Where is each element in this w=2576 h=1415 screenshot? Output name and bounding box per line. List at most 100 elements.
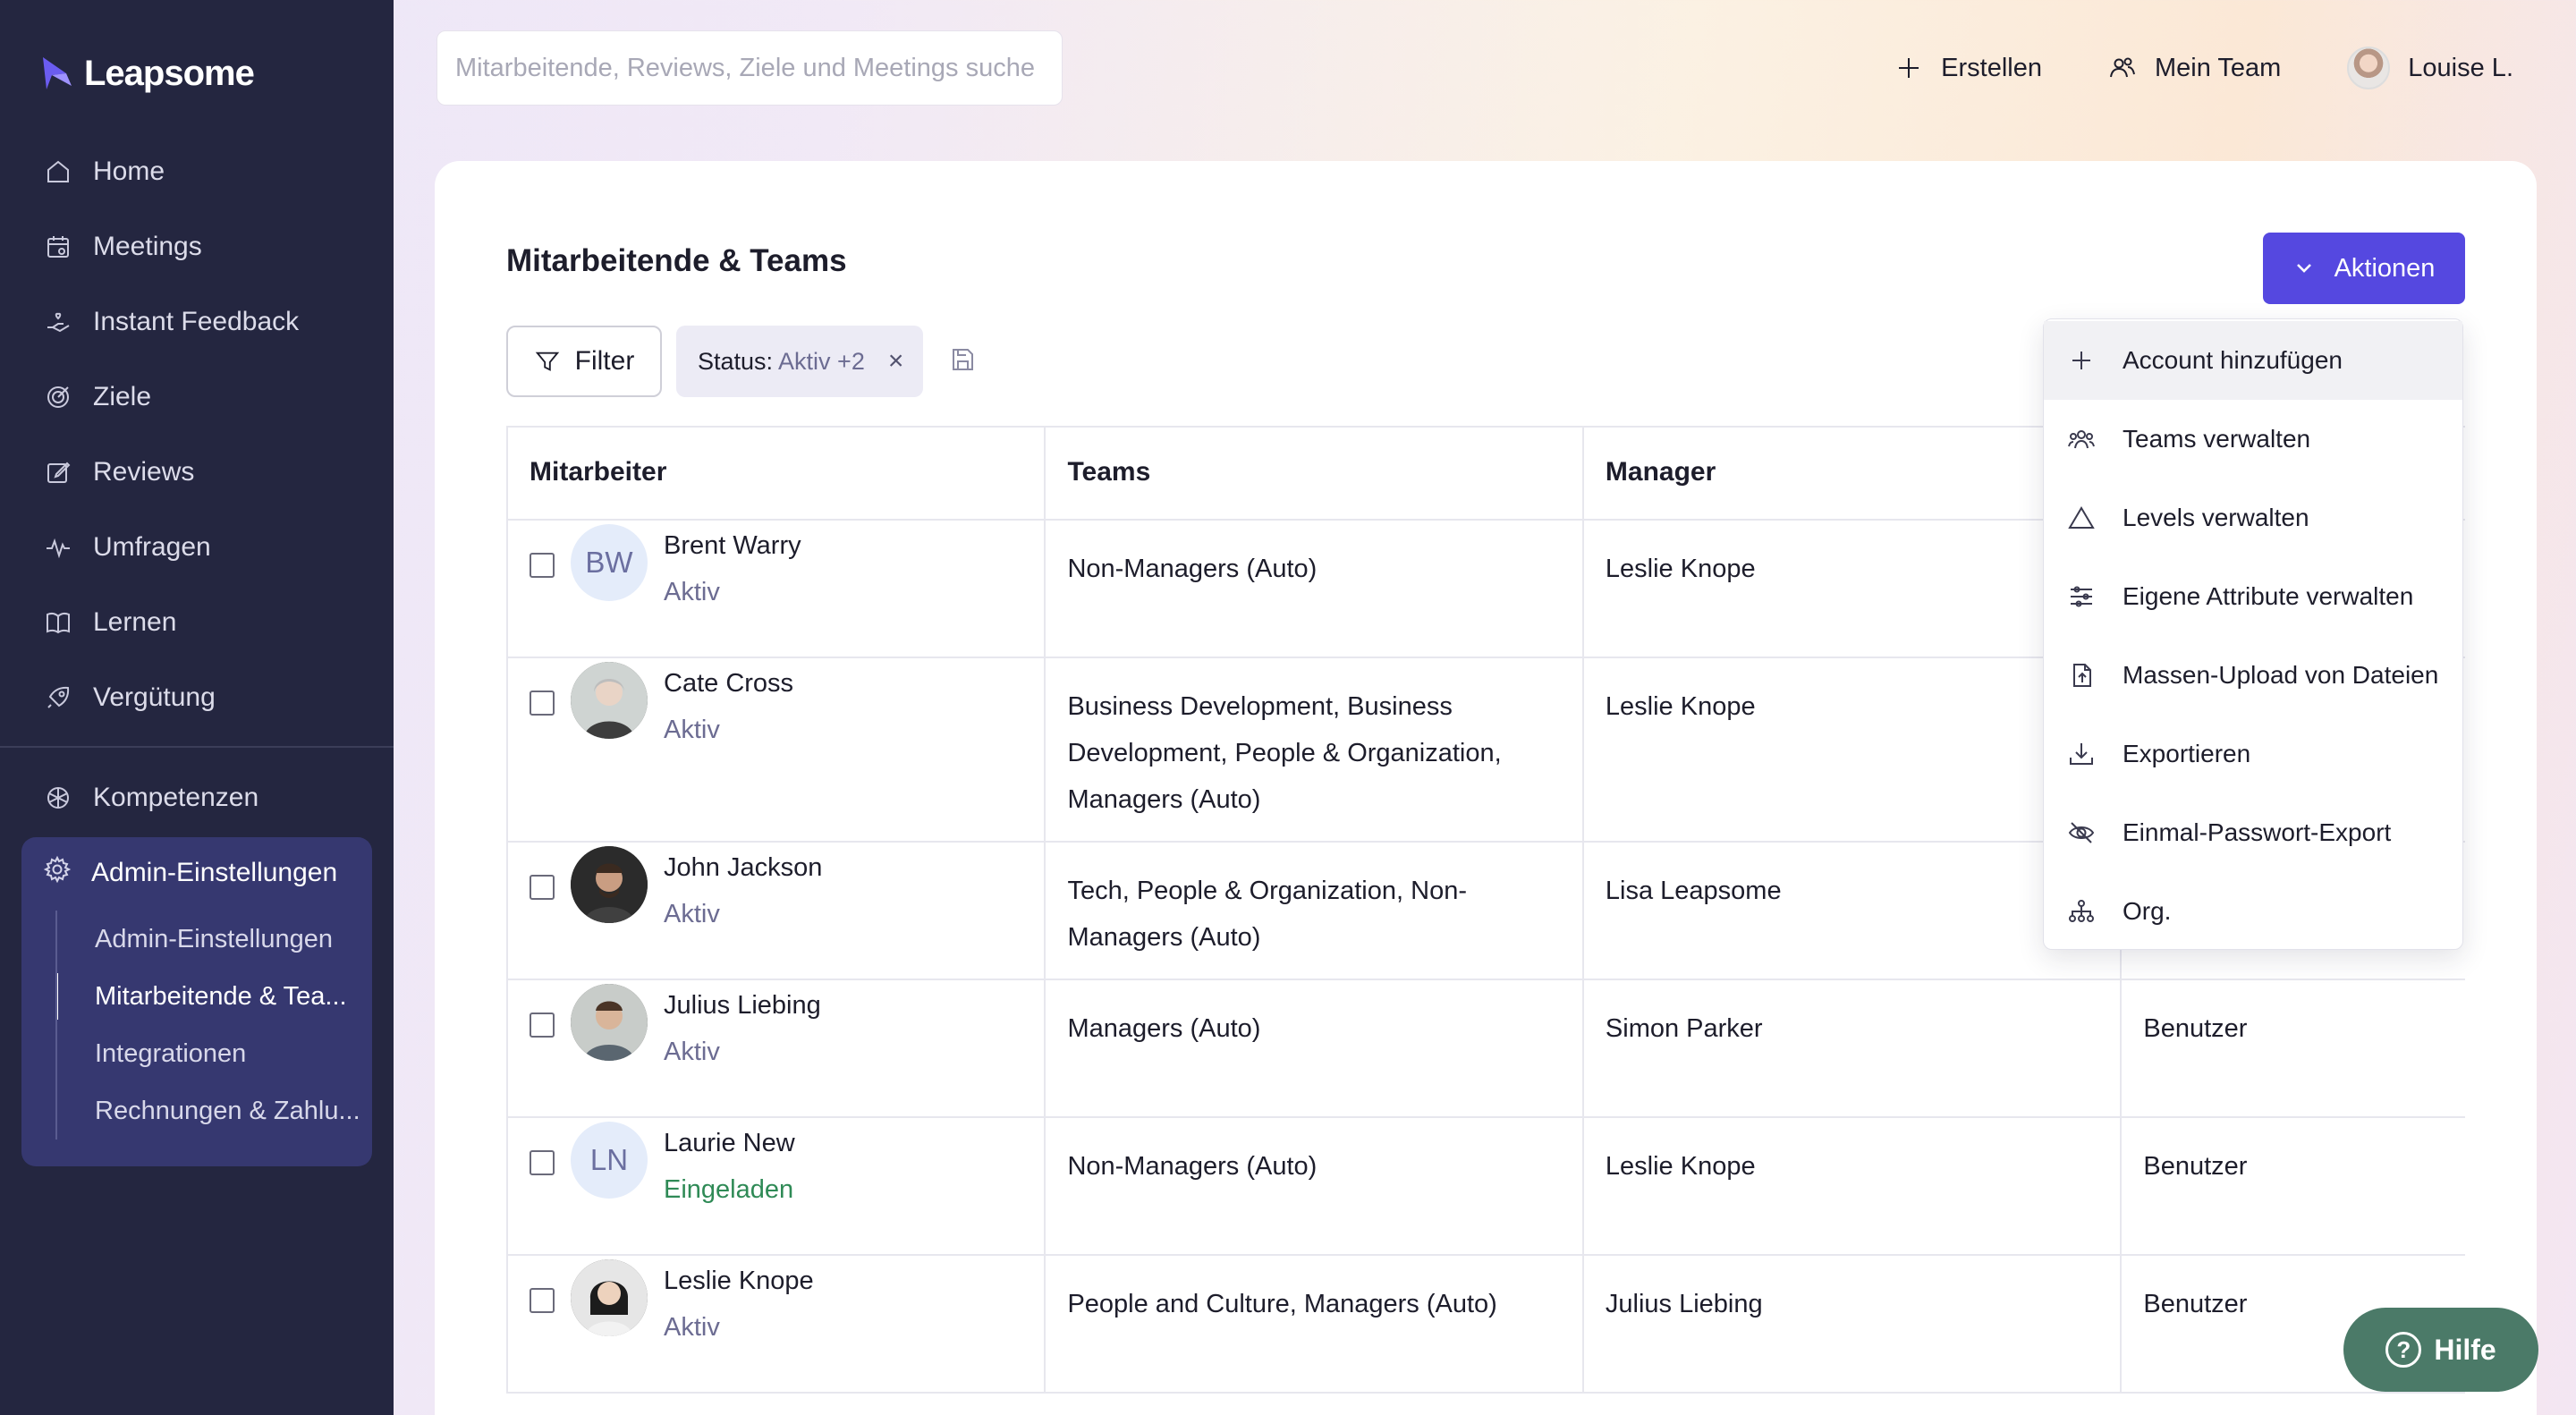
page-title: Mitarbeitende & Teams [506,243,847,278]
sidebar-item-verguetung[interactable]: Vergütung [21,660,372,735]
menu-item-manage-teams[interactable]: Teams verwalten [2044,400,2462,479]
save-filter-icon[interactable] [948,345,979,376]
col-header-manager[interactable]: Manager [1584,428,2123,519]
sidebar-item-label: Kompetenzen [93,783,259,812]
status-badge: Aktiv [664,1313,720,1342]
row-checkbox[interactable] [530,1150,555,1175]
subnav-admin-settings[interactable]: Admin-Einstellungen [57,911,360,968]
user-name: Louise L. [2408,53,2513,82]
target-icon [43,382,73,412]
book-icon [43,607,73,638]
employee-name[interactable]: Julius Liebing [664,982,821,1029]
status-badge: Eingeladen [664,1175,794,1204]
manager-cell: Leslie Knope [1584,1118,2123,1254]
menu-item-label: Teams verwalten [2123,425,2311,453]
close-icon[interactable]: × [888,346,904,377]
sidebar-item-home[interactable]: Home [21,134,372,209]
top-actions: Erstellen Mein Team Louise L. [1894,36,2513,100]
actions-button[interactable]: Aktionen [2263,233,2465,304]
menu-item-org-chart[interactable]: Org. [2044,872,2462,951]
sidebar-item-admin[interactable]: Admin-Einstellungen [21,837,372,909]
menu-item-manage-levels[interactable]: Levels verwalten [2044,479,2462,557]
employee-cell: John Jackson Aktiv [508,843,1046,979]
chip-key: Status: [698,347,774,375]
row-checkbox[interactable] [530,1288,555,1313]
row-checkbox[interactable] [530,1013,555,1038]
menu-item-label: Levels verwalten [2123,504,2309,531]
employee-name[interactable]: Leslie Knope [664,1258,814,1304]
sidebar-item-reviews[interactable]: Reviews [21,435,372,510]
sidebar-item-ziele[interactable]: Ziele [21,360,372,435]
sliders-icon [2071,586,2092,607]
status-filter-chip[interactable]: Status: Aktiv +2 × [676,326,923,397]
menu-item-bulk-upload[interactable]: Massen-Upload von Dateien [2044,636,2462,715]
avatar: LN [571,1122,648,1199]
create-button[interactable]: Erstellen [1894,54,2042,83]
help-button[interactable]: ? Hilfe [2343,1308,2538,1392]
row-checkbox[interactable] [530,553,555,578]
employee-info: Leslie Knope Aktiv [664,1267,814,1351]
employee-name[interactable]: John Jackson [664,844,822,891]
home-icon [43,157,73,187]
menu-item-custom-attributes[interactable]: Eigene Attribute verwalten [2044,557,2462,636]
employee-name[interactable]: Laurie New [664,1120,795,1166]
employee-info: Laurie New Eingeladen [664,1129,795,1213]
compass-icon [43,783,73,813]
employee-name[interactable]: Cate Cross [664,660,793,707]
row-checkbox[interactable] [530,691,555,716]
menu-item-otp-export[interactable]: Einmal-Passwort-Export [2044,793,2462,872]
sidebar-item-meetings[interactable]: Meetings [21,209,372,284]
sidebar: Leapsome Home Meetings Instant Feedback … [0,0,394,1415]
my-team-label: Mein Team [2154,53,2282,82]
table-row[interactable]: Julius Liebing Aktiv Managers (Auto) Sim… [508,980,2465,1118]
employee-name[interactable]: Brent Warry [664,522,801,569]
sidebar-item-instant-feedback[interactable]: Instant Feedback [21,284,372,360]
chip-value: Aktiv +2 [778,347,865,375]
rocket-icon [43,682,73,713]
sidebar-item-lernen[interactable]: Lernen [21,585,372,660]
col-header-employee[interactable]: Mitarbeiter [508,428,1046,519]
my-team-button[interactable]: Mein Team [2108,54,2281,83]
filter-button[interactable]: Filter [506,326,662,397]
avatar: BW [571,524,648,601]
subnav-billing[interactable]: Rechnungen & Zahlu... [57,1082,360,1140]
search-box [436,30,1063,106]
sidebar-item-label: Home [93,157,165,186]
manager-cell: Leslie Knope [1584,521,2123,657]
sidebar-item-label: Reviews [93,457,195,487]
manager-cell: Lisa Leapsome [1584,843,2123,979]
subnav-employees-teams[interactable]: Mitarbeitende & Tea... [57,968,360,1025]
manager-cell: Julius Liebing [1584,1256,2123,1392]
sidebar-item-label: Ziele [93,382,152,411]
search-input[interactable] [455,53,1046,83]
logo[interactable]: Leapsome [39,47,255,100]
menu-item-label: Org. [2123,897,2172,925]
menu-item-export[interactable]: Exportieren [2044,715,2462,793]
table-row[interactable]: Leslie Knope Aktiv People and Culture, M… [508,1256,2465,1394]
eye-off-icon [2068,822,2095,843]
employee-cell: BW Brent Warry Aktiv [508,521,1046,657]
employee-info: Cate Cross Aktiv [664,669,793,753]
table-row[interactable]: LN Laurie New Eingeladen Non-Managers (A… [508,1118,2465,1256]
download-icon [2070,743,2093,765]
menu-item-add-account[interactable]: Account hinzufügen [2044,321,2462,400]
user-menu[interactable]: Louise L. [2347,47,2513,89]
avatar [571,984,648,1061]
manager-cell: Simon Parker [1584,980,2123,1116]
sidebar-item-umfragen[interactable]: Umfragen [21,510,372,585]
employee-info: Julius Liebing Aktiv [664,991,821,1075]
employee-cell: Leslie Knope Aktiv [508,1256,1046,1392]
nav-divider [0,746,394,748]
subnav-integrations[interactable]: Integrationen [57,1025,360,1082]
status-badge: Aktiv [664,716,720,744]
menu-item-label: Account hinzufügen [2123,346,2343,374]
triangle-icon [2068,506,2095,529]
create-label: Erstellen [1941,53,2042,82]
teams-cell: Tech, People & Organization, Non-Manager… [1046,843,1584,979]
sidebar-item-kompetenzen[interactable]: Kompetenzen [21,760,372,835]
gear-icon [43,855,72,891]
row-checkbox[interactable] [530,875,555,900]
menu-item-label: Massen-Upload von Dateien [2123,661,2439,689]
sidebar-item-label: Instant Feedback [93,307,300,336]
col-header-teams[interactable]: Teams [1046,428,1584,519]
